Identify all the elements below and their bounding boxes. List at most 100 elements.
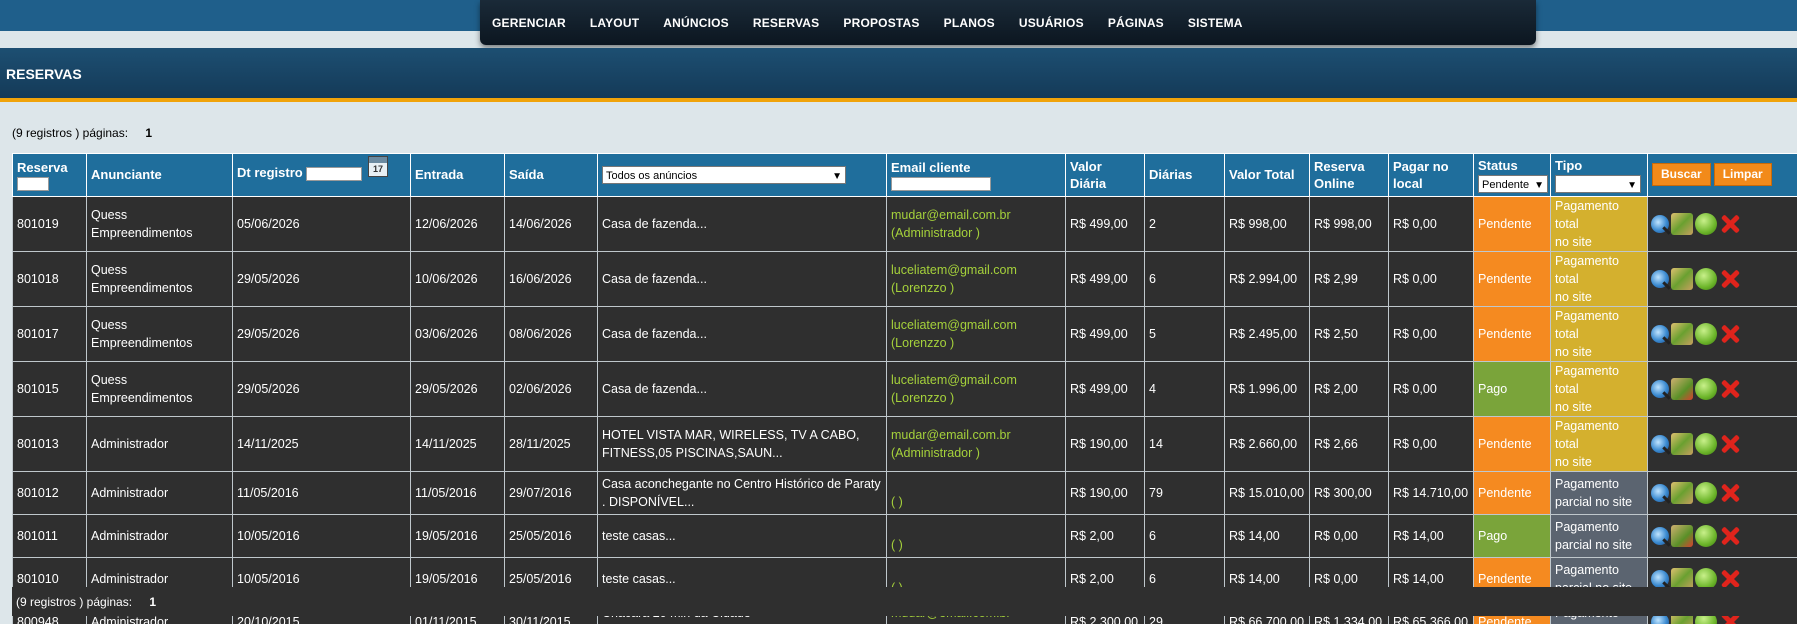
- cell-actions: [1647, 305, 1797, 362]
- status-select[interactable]: Pendente ▼: [1478, 174, 1548, 193]
- edit-icon[interactable]: [1671, 267, 1693, 290]
- nav-sistema[interactable]: SISTEMA: [1188, 16, 1243, 30]
- calendar-icon[interactable]: 17: [367, 156, 388, 178]
- email-owner: ( ): [891, 494, 903, 509]
- nav-layout[interactable]: LAYOUT: [590, 16, 639, 30]
- payment-icon[interactable]: [1671, 524, 1693, 547]
- delete-icon[interactable]: [1719, 482, 1741, 504]
- table-row: 801018 Quess Empreendimentos 29/05/2026 10/…: [12, 250, 1797, 307]
- status-badge: Pendente: [1473, 195, 1551, 252]
- cell-saida: 02/06/2026: [504, 360, 598, 417]
- view-icon[interactable]: [1651, 526, 1669, 545]
- status-badge: Pago: [1473, 360, 1551, 417]
- chat-icon[interactable]: [1695, 481, 1717, 504]
- cell-anunciante: Quess Empreendimentos: [86, 305, 233, 362]
- edit-icon[interactable]: [1671, 212, 1693, 235]
- chat-icon[interactable]: [1695, 377, 1717, 400]
- cell-reserva: 801018: [12, 250, 87, 307]
- limpar-button[interactable]: Limpar: [1713, 163, 1772, 187]
- cell-reserva-online: R$ 2,99: [1309, 250, 1389, 307]
- cell-pagar-local: R$ 0,00: [1388, 250, 1474, 307]
- cell-entrada: 10/06/2026: [410, 250, 505, 307]
- nav-propostas[interactable]: PROPOSTAS: [843, 16, 919, 30]
- cell-valor-diaria: R$ 499,00: [1065, 305, 1145, 362]
- email-address: luceliatem@gmail.com: [891, 317, 1017, 332]
- delete-icon[interactable]: [1719, 323, 1741, 345]
- dt-registro-input[interactable]: [306, 166, 363, 181]
- delete-icon[interactable]: [1719, 433, 1741, 455]
- view-icon[interactable]: [1651, 214, 1669, 233]
- cell-email: mudar@email.com.br (Administrador ): [886, 195, 1066, 252]
- chat-icon[interactable]: [1695, 267, 1717, 290]
- cell-saida: 28/11/2025: [504, 415, 598, 472]
- status-badge: Pendente: [1473, 305, 1551, 362]
- view-icon[interactable]: [1651, 269, 1669, 288]
- delete-icon[interactable]: [1719, 268, 1741, 290]
- status-badge: Pendente: [1473, 470, 1551, 515]
- edit-icon[interactable]: [1671, 432, 1693, 455]
- table-row: 801012 Administrador 11/05/2016 11/05/2016 2…: [12, 470, 1797, 515]
- view-icon[interactable]: [1651, 483, 1669, 502]
- chat-icon[interactable]: [1695, 322, 1717, 345]
- chat-icon[interactable]: [1695, 212, 1717, 235]
- anuncio-select[interactable]: Todos os anúncios ▼: [602, 166, 846, 185]
- email-address: mudar@email.com.br: [891, 427, 1011, 442]
- delete-icon[interactable]: [1719, 213, 1741, 235]
- col-status: Status Pendente ▼: [1473, 153, 1551, 197]
- email-owner: (Administrador ): [891, 225, 980, 240]
- nav-anuncios[interactable]: ANÚNCIOS: [663, 16, 729, 30]
- email-filter-input[interactable]: [891, 176, 991, 191]
- chevron-down-icon: ▼: [832, 171, 842, 183]
- payment-icon[interactable]: [1671, 377, 1693, 400]
- view-icon[interactable]: [1651, 569, 1669, 588]
- view-icon[interactable]: [1651, 324, 1669, 343]
- cell-pagar-local: R$ 0,00: [1388, 415, 1474, 472]
- edit-icon[interactable]: [1671, 481, 1693, 504]
- cell-anunciante: Administrador: [86, 513, 233, 558]
- main-nav: GERENCIAR LAYOUT ANÚNCIOS RESERVAS PROPO…: [480, 0, 1536, 45]
- chat-icon[interactable]: [1695, 432, 1717, 455]
- cell-saida: 16/06/2026: [504, 250, 598, 307]
- nav-gerenciar[interactable]: GERENCIAR: [492, 16, 566, 30]
- cell-tipo: Pagamentoparcial no site: [1550, 513, 1648, 558]
- delete-icon[interactable]: [1719, 525, 1741, 547]
- cell-dt-registro: 29/05/2026: [232, 360, 411, 417]
- nav-planos[interactable]: PLANOS: [944, 16, 995, 30]
- nav-paginas[interactable]: PÁGINAS: [1108, 16, 1164, 30]
- cell-reserva: 801017: [12, 305, 87, 362]
- cell-pagar-local: R$ 14,00: [1388, 513, 1474, 558]
- cell-anuncio: Casa de fazenda...: [597, 250, 887, 307]
- page-number[interactable]: 1: [145, 126, 152, 140]
- email-address: mudar@email.com.br: [891, 207, 1011, 222]
- edit-icon[interactable]: [1671, 322, 1693, 345]
- cell-entrada: 11/05/2016: [410, 470, 505, 515]
- cell-saida: 29/07/2016: [504, 470, 598, 515]
- nav-usuarios[interactable]: USUÁRIOS: [1019, 16, 1084, 30]
- table-row: 801015 Quess Empreendimentos 29/05/2026 29/…: [12, 360, 1797, 417]
- cell-pagar-local: R$ 14.710,00: [1388, 470, 1474, 515]
- cell-email: luceliatem@gmail.com (Lorenzzo ): [886, 250, 1066, 307]
- cell-diarias: 6: [1144, 250, 1225, 307]
- delete-icon[interactable]: [1719, 378, 1741, 400]
- cell-valor-diaria: R$ 499,00: [1065, 195, 1145, 252]
- view-icon[interactable]: [1651, 379, 1669, 398]
- col-anuncio: Todos os anúncios ▼: [597, 153, 887, 197]
- cell-valor-diaria: R$ 2,00: [1065, 513, 1145, 558]
- cell-reserva: 801012: [12, 470, 87, 515]
- buscar-button[interactable]: Buscar: [1652, 163, 1711, 187]
- page-number-footer[interactable]: 1: [149, 595, 156, 609]
- cell-anuncio: HOTEL VISTA MAR, WIRELESS, TV A CABO, FI…: [597, 415, 887, 472]
- cell-reserva-online: R$ 2,00: [1309, 360, 1389, 417]
- cell-tipo: Pagamento total no site: [1550, 195, 1648, 252]
- nav-reservas[interactable]: RESERVAS: [753, 16, 820, 30]
- view-icon[interactable]: [1651, 434, 1669, 453]
- reservations-table: Reserva Anunciante Dt registro 17 Entrad…: [12, 153, 1797, 624]
- cell-valor-diaria: R$ 190,00: [1065, 415, 1145, 472]
- tipo-select[interactable]: ▼: [1555, 174, 1641, 193]
- footer-band: (9 registros ) páginas: 1: [12, 587, 1797, 616]
- reserva-filter-input[interactable]: [17, 176, 49, 191]
- col-email: Email cliente: [886, 153, 1066, 197]
- col-anunciante: Anunciante: [86, 153, 233, 197]
- chat-icon[interactable]: [1695, 524, 1717, 547]
- cell-email: luceliatem@gmail.com (Lorenzzo ): [886, 360, 1066, 417]
